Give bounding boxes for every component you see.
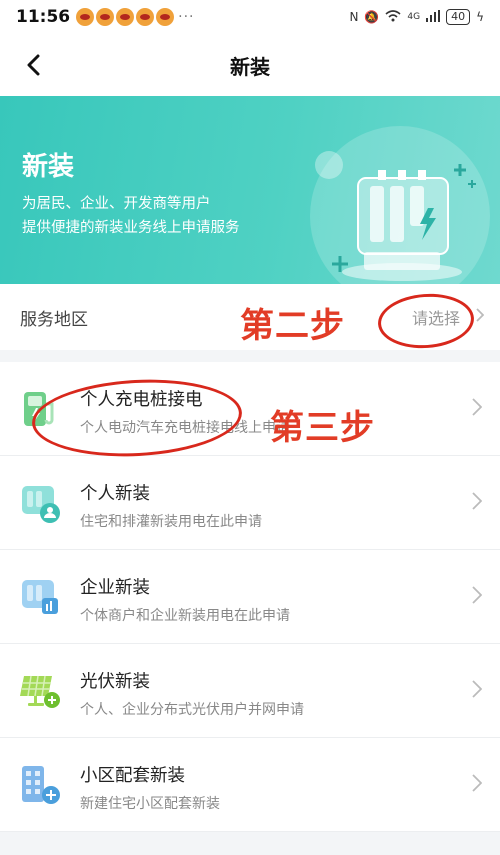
banner-description: 提供便捷的新装业务线上申请服务 <box>22 220 240 236</box>
notification-icon <box>116 8 135 26</box>
status-right: N 🔕 4G 40 ϟ <box>349 9 484 25</box>
enterprise-install-icon <box>22 580 58 614</box>
list-item-description: 个人、企业分布式光伏用户并网申请 <box>80 702 304 718</box>
charging-icon: ϟ <box>476 10 484 24</box>
chevron-right-icon <box>472 680 482 698</box>
chevron-right-icon <box>472 398 482 416</box>
chevron-right-icon <box>476 308 484 322</box>
service-region-label: 服务地区 <box>20 309 88 330</box>
list-item-title: 个人新装 <box>80 484 150 504</box>
solar-panel-icon <box>20 675 60 708</box>
list-item-enterprise-install[interactable]: 企业新装 个体商户和企业新装用电在此申请 <box>0 550 500 644</box>
list-item-text: 企业新装 个体商户和企业新装用电在此申请 <box>80 574 290 625</box>
banner: 新装 为居民、企业、开发商等用户 提供便捷的新装业务线上申请服务 <box>0 96 500 284</box>
back-button[interactable] <box>18 50 48 80</box>
chevron-right-icon <box>472 492 482 510</box>
banner-description: 为居民、企业、开发商等用户 <box>22 196 211 212</box>
list-item-title: 光伏新装 <box>80 672 150 692</box>
list-item-description: 个体商户和企业新装用电在此申请 <box>80 608 290 624</box>
notification-icon <box>136 8 155 26</box>
status-bar: 11:56 ··· N 🔕 4G 40 ϟ <box>0 0 500 34</box>
page-title: 新装 <box>230 54 270 79</box>
list-item-personal-install[interactable]: 个人新装 住宅和排灌新装用电在此申请 <box>0 456 500 550</box>
list-item-description: 住宅和排灌新装用电在此申请 <box>80 514 262 530</box>
notification-icon <box>156 8 175 26</box>
network-label: 4G <box>407 12 421 22</box>
mute-icon: 🔕 <box>364 10 380 24</box>
chevron-right-icon <box>472 586 482 604</box>
annotation-step-two: 第二步 <box>240 306 345 346</box>
transformer-illustration-icon <box>332 164 476 281</box>
list-item-title: 小区配套新装 <box>80 766 185 786</box>
list-item-solar-install[interactable]: 光伏新装 个人、企业分布式光伏用户并网申请 <box>0 644 500 738</box>
battery-icon: 40 <box>446 9 471 25</box>
signal-icon <box>426 9 441 25</box>
building-icon <box>22 766 60 804</box>
chevron-left-icon <box>27 54 40 76</box>
annotation-step-three: 第三步 <box>270 408 375 448</box>
list-item-text: 个人新装 住宅和排灌新装用电在此申请 <box>80 480 262 531</box>
notification-icon <box>96 8 115 26</box>
list-item-text: 光伏新装 个人、企业分布式光伏用户并网申请 <box>80 668 304 719</box>
banner-title: 新装 <box>22 152 75 182</box>
notification-icon <box>76 8 95 26</box>
personal-install-icon <box>22 486 60 523</box>
list-item-community-install[interactable]: 小区配套新装 新建住宅小区配套新装 <box>0 738 500 832</box>
list-item-description: 新建住宅小区配套新装 <box>80 796 220 812</box>
list-item-text: 小区配套新装 新建住宅小区配套新装 <box>80 762 220 813</box>
status-more-indicator: ··· <box>178 9 195 25</box>
chevron-right-icon <box>472 774 482 792</box>
status-time: 11:56 <box>16 7 71 27</box>
notification-icons <box>76 8 175 26</box>
nfc-icon: N <box>349 10 359 24</box>
wifi-icon <box>385 9 401 25</box>
nav-bar: 新装 <box>0 34 500 96</box>
list-item-title: 企业新装 <box>80 578 150 598</box>
